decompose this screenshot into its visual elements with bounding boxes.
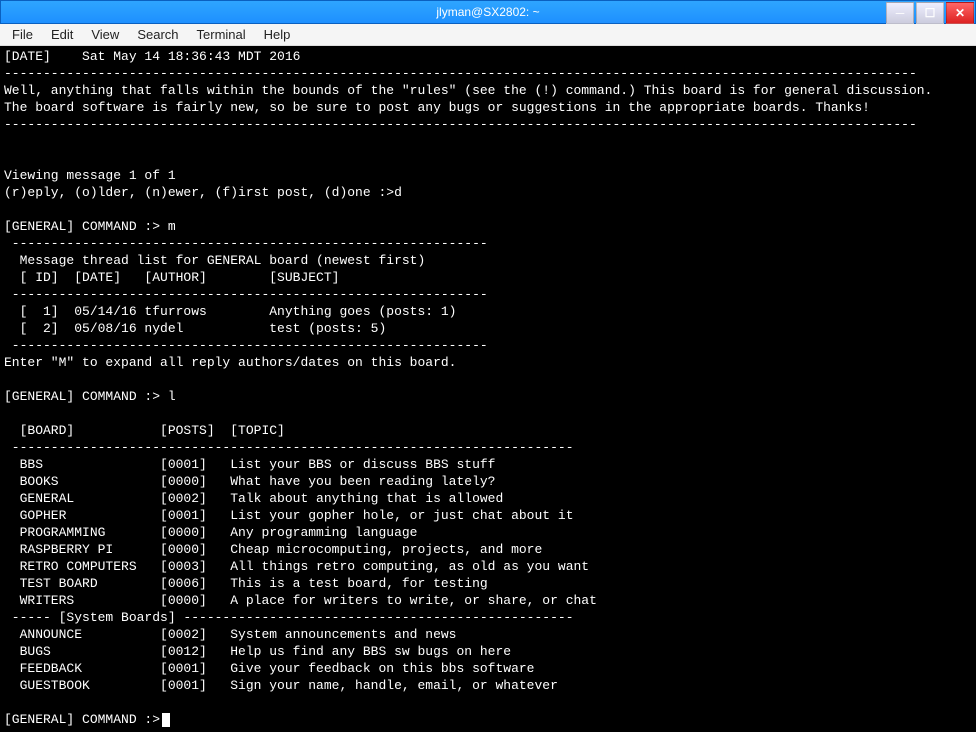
menu-view[interactable]: View	[83, 25, 127, 44]
terminal-viewport[interactable]: [DATE] Sat May 14 18:36:43 MDT 2016 ----…	[0, 46, 976, 732]
divider: ----------------------------------------…	[4, 287, 488, 302]
divider: ----------------------------------------…	[4, 117, 917, 132]
thread-list-title: Message thread list for GENERAL board (n…	[4, 253, 425, 268]
window-frame: jlyman@SX2802: ~ ─ ☐ ✕ File Edit View Se…	[0, 0, 976, 732]
board-row: BOOKS [0000] What have you been reading …	[4, 474, 495, 489]
nav-prompt: (r)eply, (o)lder, (n)ewer, (f)irst post,…	[4, 185, 402, 200]
board-row: GUESTBOOK [0001] Sign your name, handle,…	[4, 678, 558, 693]
board-row: FEEDBACK [0001] Give your feedback on th…	[4, 661, 535, 676]
board-row: RASPBERRY PI [0000] Cheap microcomputing…	[4, 542, 542, 557]
board-row: WRITERS [0000] A place for writers to wr…	[4, 593, 597, 608]
minimize-button[interactable]: ─	[886, 2, 914, 24]
system-boards-divider: ----- [System Boards] ------------------…	[4, 610, 574, 625]
viewing-msg: Viewing message 1 of 1	[4, 168, 176, 183]
titlebar[interactable]: jlyman@SX2802: ~ ─ ☐ ✕	[0, 0, 976, 24]
thread-row: [ 2] 05/08/16 nydel test (posts: 5)	[4, 321, 386, 336]
board-row: GOPHER [0001] List your gopher hole, or …	[4, 508, 574, 523]
menu-terminal[interactable]: Terminal	[189, 25, 254, 44]
command-prompt: [GENERAL] COMMAND :> l	[4, 389, 176, 404]
menu-file[interactable]: File	[4, 25, 41, 44]
board-row: GENERAL [0002] Talk about anything that …	[4, 491, 503, 506]
message-body-line: The board software is fairly new, so be …	[4, 100, 870, 115]
cursor-block	[162, 713, 170, 727]
board-row: ANNOUNCE [0002] System announcements and…	[4, 627, 456, 642]
board-row: RETRO COMPUTERS [0003] All things retro …	[4, 559, 589, 574]
thread-list-header: [ ID] [DATE] [AUTHOR] [SUBJECT]	[4, 270, 339, 285]
date-line: [DATE] Sat May 14 18:36:43 MDT 2016	[4, 49, 300, 64]
menu-edit[interactable]: Edit	[43, 25, 81, 44]
menu-help[interactable]: Help	[256, 25, 299, 44]
window-title: jlyman@SX2802: ~	[1, 5, 975, 19]
window-controls: ─ ☐ ✕	[885, 1, 975, 23]
maximize-button[interactable]: ☐	[916, 2, 944, 24]
divider: ----------------------------------------…	[4, 236, 488, 251]
board-row: BBS [0001] List your BBS or discuss BBS …	[4, 457, 495, 472]
thread-row: [ 1] 05/14/16 tfurrows Anything goes (po…	[4, 304, 456, 319]
divider: ----------------------------------------…	[4, 66, 917, 81]
board-row: BUGS [0012] Help us find any BBS sw bugs…	[4, 644, 511, 659]
menubar: File Edit View Search Terminal Help	[0, 24, 976, 46]
message-body-line: Well, anything that falls within the bou…	[4, 83, 932, 98]
divider: ----------------------------------------…	[4, 440, 574, 455]
board-row: PROGRAMMING [0000] Any programming langu…	[4, 525, 417, 540]
board-list-header: [BOARD] [POSTS] [TOPIC]	[4, 423, 285, 438]
close-button[interactable]: ✕	[946, 2, 974, 24]
expand-hint: Enter "M" to expand all reply authors/da…	[4, 355, 456, 370]
divider: ----------------------------------------…	[4, 338, 488, 353]
menu-search[interactable]: Search	[129, 25, 186, 44]
command-prompt: [GENERAL] COMMAND :>	[4, 712, 160, 727]
board-row: TEST BOARD [0006] This is a test board, …	[4, 576, 488, 591]
command-prompt: [GENERAL] COMMAND :> m	[4, 219, 176, 234]
